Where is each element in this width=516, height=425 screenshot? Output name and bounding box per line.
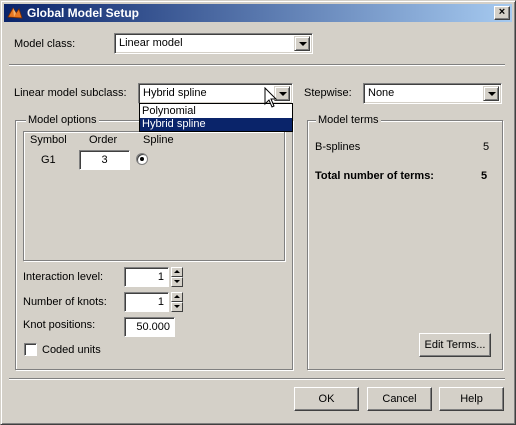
model-options-title: Model options	[26, 114, 99, 126]
column-spline: Spline	[143, 134, 174, 146]
stepwise-select[interactable]: None	[363, 83, 502, 104]
coded-units-label: Coded units	[42, 344, 101, 356]
knot-positions-label: Knot positions:	[23, 319, 96, 331]
num-knots-value: 1	[157, 296, 164, 308]
interaction-level-stepper[interactable]	[171, 267, 183, 287]
mouse-cursor-icon	[264, 87, 278, 108]
radio-dot-icon	[140, 157, 144, 161]
stepwise-value: None	[368, 87, 395, 99]
order-value: 3	[101, 154, 108, 166]
model-terms-title: Model terms	[316, 114, 381, 126]
close-button[interactable]: ×	[494, 6, 510, 20]
spline-radio[interactable]	[136, 153, 148, 165]
divider-bottom	[9, 378, 505, 380]
model-class-label: Model class:	[14, 38, 76, 50]
global-model-setup-dialog: Global Model Setup × Model class: Linear…	[0, 0, 516, 425]
help-button[interactable]: Help	[439, 387, 504, 411]
knot-positions-input[interactable]: 50.000	[124, 317, 175, 337]
stepwise-label: Stepwise:	[304, 87, 352, 99]
model-class-value: Linear model	[119, 37, 183, 49]
edit-terms-button[interactable]: Edit Terms...	[419, 333, 491, 357]
bsplines-value: 5	[483, 141, 490, 153]
knot-positions-value: 50.000	[136, 321, 170, 333]
spin-up-icon[interactable]	[171, 267, 183, 277]
coded-units-checkbox[interactable]	[24, 343, 37, 356]
interaction-level-value: 1	[157, 271, 164, 283]
symbol-g1: G1	[41, 154, 56, 166]
spin-up-icon[interactable]	[171, 292, 183, 302]
window-title: Global Model Setup	[27, 6, 140, 20]
column-symbol: Symbol	[30, 134, 67, 146]
matlab-membrane-icon	[7, 7, 23, 19]
model-class-select[interactable]: Linear model	[114, 33, 313, 54]
num-knots-stepper[interactable]	[171, 292, 183, 312]
column-order: Order	[89, 134, 118, 146]
interaction-level-input[interactable]: 1	[124, 267, 169, 287]
cancel-button[interactable]: Cancel	[367, 387, 432, 411]
order-input[interactable]: 3	[79, 150, 130, 170]
bsplines-label: B-splines	[315, 141, 361, 153]
divider-top	[9, 64, 505, 66]
spin-down-icon[interactable]	[171, 277, 183, 287]
chevron-down-icon[interactable]	[294, 36, 310, 51]
num-knots-input[interactable]: 1	[124, 292, 169, 312]
interaction-level-label: Interaction level:	[23, 271, 104, 283]
close-icon: ×	[498, 6, 506, 18]
total-terms-value: 5	[481, 170, 488, 182]
title-bar[interactable]: Global Model Setup ×	[4, 4, 512, 22]
dropdown-option-hybrid-spline[interactable]: Hybrid spline	[140, 118, 292, 131]
chevron-down-icon[interactable]	[483, 86, 499, 101]
spin-down-icon[interactable]	[171, 302, 183, 312]
num-knots-label: Number of knots:	[23, 296, 107, 308]
ok-button[interactable]: OK	[294, 387, 359, 411]
options-table	[23, 131, 285, 261]
subclass-label: Linear model subclass:	[14, 87, 127, 99]
total-terms-label: Total number of terms:	[315, 170, 434, 182]
subclass-value: Hybrid spline	[143, 87, 207, 99]
